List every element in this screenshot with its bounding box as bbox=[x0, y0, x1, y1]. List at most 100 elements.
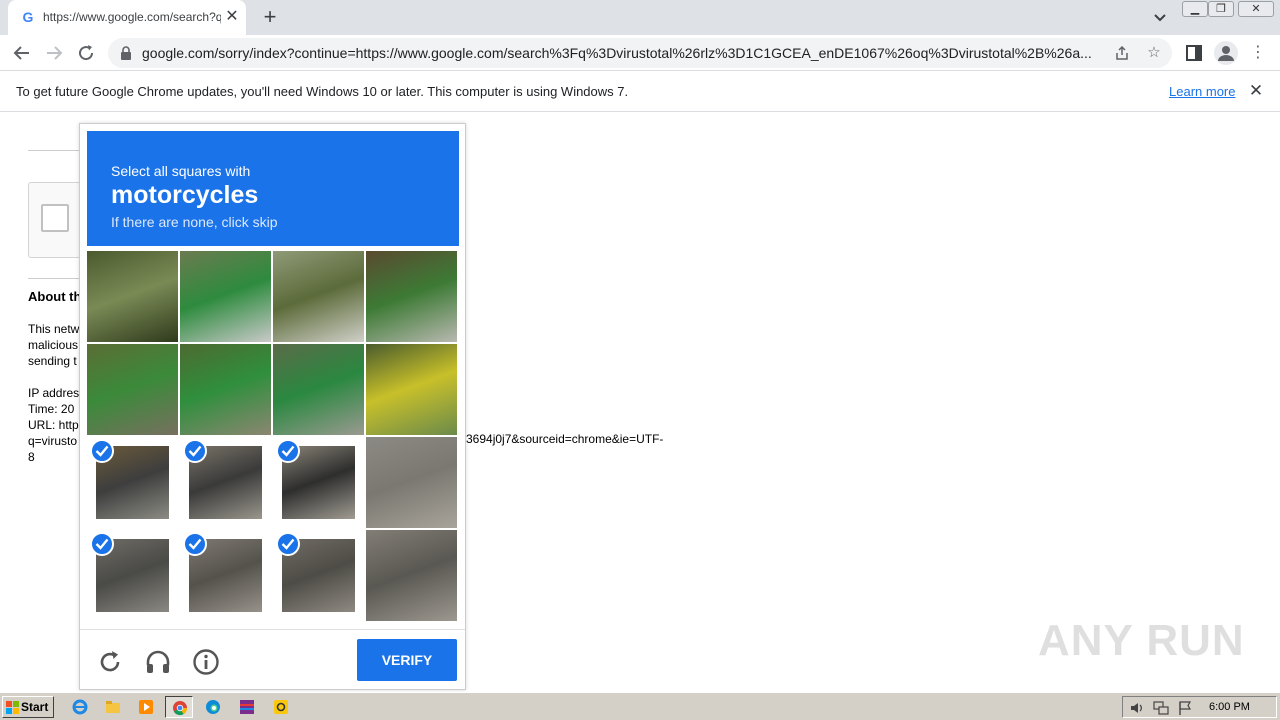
page-text-line: Time: 20 bbox=[28, 402, 75, 416]
tile-image bbox=[87, 251, 178, 342]
star-icon[interactable]: ☆ bbox=[1146, 45, 1162, 61]
infobar-message: To get future Google Chrome updates, you… bbox=[16, 84, 629, 99]
page-heading: About th bbox=[28, 289, 80, 304]
tab-strip: G https://www.google.com/search?q= ✕ + ▁… bbox=[0, 0, 1280, 35]
url-text: google.com/sorry/index?continue=https://… bbox=[142, 45, 1092, 61]
profile-icon[interactable] bbox=[1214, 41, 1238, 65]
lock-icon[interactable] bbox=[120, 46, 132, 60]
taskbar-ie[interactable] bbox=[66, 696, 94, 718]
challenge-tile[interactable] bbox=[273, 344, 364, 435]
challenge-tile[interactable] bbox=[87, 530, 178, 621]
maximize-button[interactable]: ❐ bbox=[1208, 1, 1234, 17]
forward-icon[interactable] bbox=[42, 41, 66, 65]
file-explorer-icon bbox=[106, 701, 120, 713]
tile-selected-check-icon bbox=[90, 532, 114, 556]
browser-toolbar: google.com/sorry/index?continue=https://… bbox=[0, 35, 1280, 71]
challenge-tile[interactable] bbox=[87, 437, 178, 528]
page-text-line: malicious bbox=[28, 338, 79, 352]
network-icon[interactable] bbox=[1153, 700, 1169, 716]
audio-challenge-icon[interactable] bbox=[144, 648, 172, 676]
challenge-target: motorcycles bbox=[111, 181, 259, 209]
browser-tab[interactable]: G https://www.google.com/search?q= ✕ bbox=[8, 0, 246, 35]
tile-selected-check-icon bbox=[276, 439, 300, 463]
tile-image bbox=[366, 530, 457, 621]
challenge-tile[interactable] bbox=[366, 344, 457, 435]
page-text-line: URL: http bbox=[28, 418, 79, 432]
internet-explorer-icon bbox=[72, 699, 88, 715]
tile-image bbox=[273, 251, 364, 342]
tile-selected-check-icon bbox=[276, 532, 300, 556]
watermark-text: ANY RUN bbox=[1038, 616, 1245, 665]
challenge-tile[interactable] bbox=[366, 530, 457, 621]
recaptcha-checkbox[interactable] bbox=[41, 204, 69, 232]
page-text-line: This netw bbox=[28, 322, 80, 336]
chrome-icon bbox=[173, 701, 188, 716]
volume-icon[interactable] bbox=[1129, 700, 1145, 716]
media-player-icon bbox=[139, 700, 153, 714]
taskbar-chrome[interactable] bbox=[165, 696, 193, 718]
window-controls: ▁ ❐ ✕ bbox=[1182, 0, 1274, 18]
system-tray: 6:00 PM bbox=[1122, 696, 1277, 718]
page-text-line: 8 bbox=[28, 450, 35, 464]
side-panel-icon[interactable] bbox=[1184, 43, 1204, 63]
tab-search-icon[interactable] bbox=[1150, 8, 1170, 26]
norton-icon bbox=[274, 700, 288, 714]
tile-selected-check-icon bbox=[183, 532, 207, 556]
divider bbox=[28, 278, 80, 279]
challenge-hint: If there are none, click skip bbox=[111, 214, 278, 230]
challenge-tile[interactable] bbox=[273, 251, 364, 342]
reload-challenge-icon[interactable] bbox=[96, 648, 124, 676]
challenge-tile[interactable] bbox=[87, 344, 178, 435]
tab-title: https://www.google.com/search?q= bbox=[43, 10, 221, 24]
taskbar-edge[interactable] bbox=[199, 696, 227, 718]
taskbar-winrar[interactable] bbox=[233, 696, 261, 718]
tile-image bbox=[87, 344, 178, 435]
challenge-tile[interactable] bbox=[180, 344, 271, 435]
infobar-close-icon[interactable]: ✕ bbox=[1247, 82, 1265, 100]
challenge-tile[interactable] bbox=[180, 530, 271, 621]
challenge-tile[interactable] bbox=[180, 437, 271, 528]
tile-selected-check-icon bbox=[183, 439, 207, 463]
taskbar-explorer[interactable] bbox=[99, 696, 127, 718]
flag-icon[interactable] bbox=[1177, 700, 1193, 716]
address-bar[interactable]: google.com/sorry/index?continue=https://… bbox=[108, 38, 1172, 68]
start-button[interactable]: Start bbox=[2, 696, 54, 718]
challenge-instruction: Select all squares with bbox=[111, 163, 251, 179]
taskbar-norton[interactable] bbox=[267, 696, 295, 718]
challenge-tile[interactable] bbox=[366, 251, 457, 342]
close-window-button[interactable]: ✕ bbox=[1238, 1, 1274, 17]
share-icon[interactable] bbox=[1114, 45, 1130, 61]
page-text-line: sending t bbox=[28, 354, 77, 368]
update-infobar: To get future Google Chrome updates, you… bbox=[0, 71, 1280, 112]
page-text-line: IP addres bbox=[28, 386, 80, 400]
challenge-grid bbox=[87, 251, 459, 623]
challenge-footer: VERIFY bbox=[80, 629, 465, 689]
challenge-tile[interactable] bbox=[273, 530, 364, 621]
google-g-icon: G bbox=[22, 9, 34, 25]
challenge-header: Select all squares with motorcycles If t… bbox=[87, 131, 459, 246]
taskbar: Start 6:00 PM bbox=[0, 692, 1280, 720]
verify-button[interactable]: VERIFY bbox=[357, 639, 457, 681]
start-label: Start bbox=[21, 700, 49, 714]
challenge-tile[interactable] bbox=[366, 437, 457, 528]
clock: 6:00 PM bbox=[1209, 701, 1250, 713]
new-tab-button[interactable]: + bbox=[259, 6, 281, 28]
menu-icon[interactable]: ⋮ bbox=[1248, 43, 1268, 63]
tile-selected-check-icon bbox=[90, 439, 114, 463]
challenge-tile[interactable] bbox=[273, 437, 364, 528]
taskbar-media[interactable] bbox=[132, 696, 160, 718]
tile-image bbox=[366, 344, 457, 435]
tile-image bbox=[366, 251, 457, 342]
challenge-tile[interactable] bbox=[180, 251, 271, 342]
back-icon[interactable] bbox=[10, 41, 34, 65]
divider bbox=[28, 150, 80, 151]
anyrun-watermark: ANY RUN bbox=[1038, 612, 1244, 672]
info-icon[interactable] bbox=[192, 648, 220, 676]
winrar-icon bbox=[240, 700, 254, 714]
minimize-button[interactable]: ▁ bbox=[1182, 1, 1208, 17]
learn-more-link[interactable]: Learn more bbox=[1169, 84, 1235, 99]
reload-icon[interactable] bbox=[74, 41, 98, 65]
tab-close-icon[interactable]: ✕ bbox=[224, 9, 240, 25]
edge-icon bbox=[206, 700, 220, 714]
challenge-tile[interactable] bbox=[87, 251, 178, 342]
